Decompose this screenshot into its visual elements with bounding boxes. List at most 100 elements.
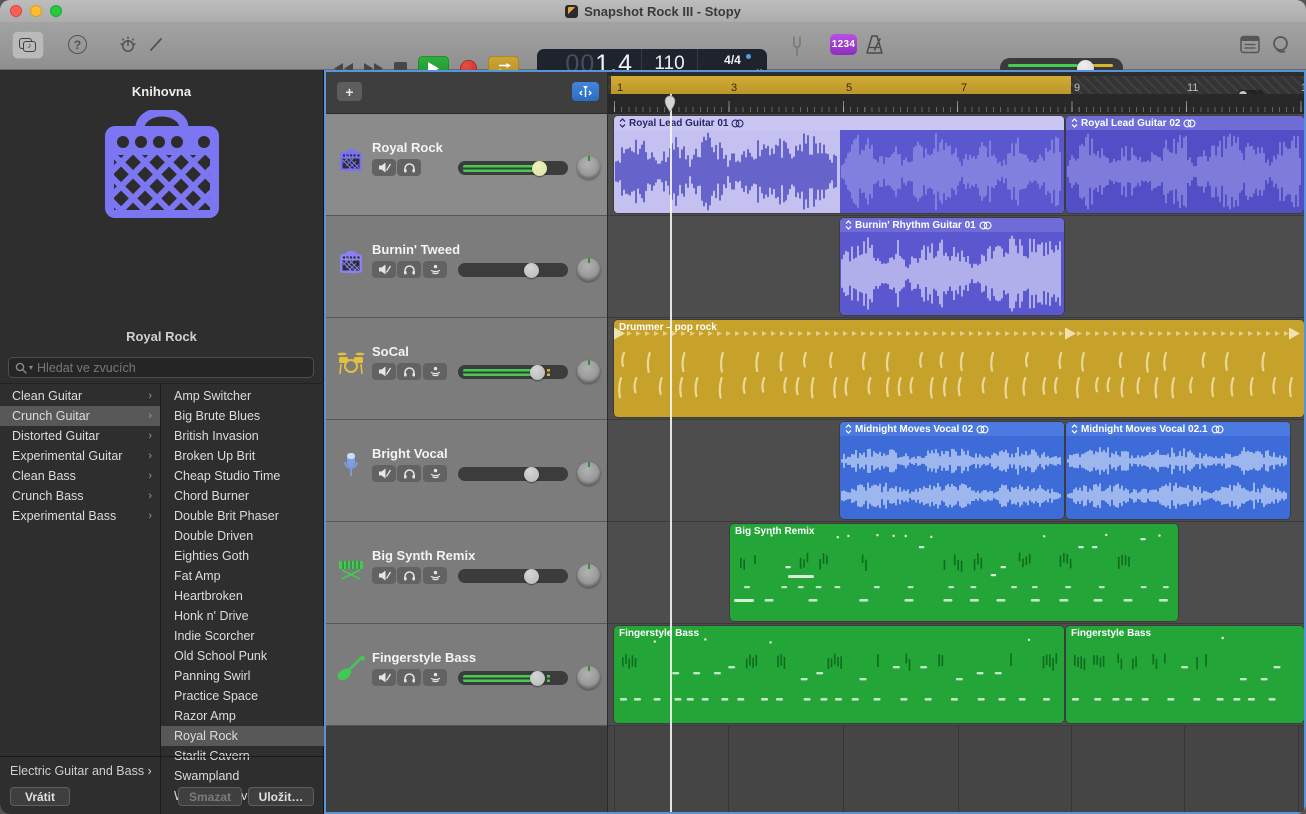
library-search-field[interactable]: ▾ <box>8 357 314 378</box>
region-midnight-moves-vocal-02[interactable]: Midnight Moves Vocal 02 <box>840 422 1064 519</box>
metronome-button[interactable] <box>864 34 885 55</box>
mute-button[interactable] <box>372 363 396 380</box>
track-volume-slider[interactable] <box>458 161 568 175</box>
mute-button[interactable] <box>372 465 396 482</box>
category-item-experimental-bass[interactable]: Experimental Bass › <box>0 506 160 526</box>
track-header-fingerstyle-bass[interactable]: Fingerstyle Bass <box>326 624 607 726</box>
region-midnight-moves-vocal-02-1[interactable]: Midnight Moves Vocal 02.1 <box>1066 422 1290 519</box>
solo-button[interactable] <box>397 159 421 176</box>
region-drummer-pop-rock[interactable]: Drummer – pop rock <box>614 320 1304 417</box>
synth-track-icon <box>337 554 365 582</box>
editors-button[interactable] <box>146 35 166 55</box>
patch-item-indie-scorcher[interactable]: Indie Scorcher <box>161 626 324 646</box>
patch-item-practice-space[interactable]: Practice Space <box>161 686 324 706</box>
pan-knob[interactable] <box>577 156 600 179</box>
monitor-button[interactable] <box>423 567 447 584</box>
pan-knob[interactable] <box>577 462 600 485</box>
patch-item-big-brute-blues[interactable]: Big Brute Blues <box>161 406 324 426</box>
pan-knob[interactable] <box>577 360 600 383</box>
beat-ruler[interactable] <box>608 94 1304 114</box>
region-burnin-rhythm-guitar-01[interactable]: Burnin' Rhythm Guitar 01 <box>840 218 1064 315</box>
category-item-crunch-guitar[interactable]: Crunch Guitar › <box>0 406 160 426</box>
monitor-button[interactable] <box>423 363 447 380</box>
ruler[interactable]: 135791113 <box>608 72 1304 114</box>
monitor-button[interactable] <box>423 669 447 686</box>
track-volume-slider[interactable] <box>458 671 568 685</box>
playhead[interactable] <box>670 94 672 812</box>
add-track-button[interactable]: + <box>337 82 362 101</box>
quick-help-button[interactable]: ? <box>68 35 87 54</box>
volume-knob[interactable] <box>524 263 539 278</box>
mute-button[interactable] <box>372 159 396 176</box>
pan-knob[interactable] <box>577 258 600 281</box>
pan-knob[interactable] <box>577 666 600 689</box>
track-header-bright-vocal[interactable]: Bright Vocal <box>326 420 607 522</box>
patch-item-razor-amp[interactable]: Razor Amp <box>161 706 324 726</box>
patch-item-double-brit-phaser[interactable]: Double Brit Phaser <box>161 506 324 526</box>
region-fingerstyle-bass[interactable]: Fingerstyle Bass <box>614 626 1064 723</box>
category-item-crunch-bass[interactable]: Crunch Bass › <box>0 486 160 506</box>
track-volume-slider[interactable] <box>458 569 568 583</box>
patch-item-panning-swirl[interactable]: Panning Swirl <box>161 666 324 686</box>
category-item-clean-guitar[interactable]: Clean Guitar › <box>0 386 160 406</box>
smart-controls-button[interactable] <box>118 35 138 55</box>
save-button[interactable]: Uložit… <box>248 787 314 806</box>
track-header-royal-rock[interactable]: Royal Rock <box>326 114 607 216</box>
patch-item-fat-amp[interactable]: Fat Amp <box>161 566 324 586</box>
patch-item-royal-rock[interactable]: Royal Rock <box>161 726 324 746</box>
patch-item-amp-switcher[interactable]: Amp Switcher <box>161 386 324 406</box>
patch-item-broken-up-brit[interactable]: Broken Up Brit <box>161 446 324 466</box>
track-header-socal[interactable]: SoCal <box>326 318 607 420</box>
library-toggle-button[interactable]: ♪ <box>12 31 44 59</box>
loop-browser-button[interactable] <box>1270 34 1291 55</box>
category-item-distorted-guitar[interactable]: Distorted Guitar › <box>0 426 160 446</box>
patch-item-chord-burner[interactable]: Chord Burner <box>161 486 324 506</box>
playhead-marker[interactable] <box>664 95 676 113</box>
track-volume-slider[interactable] <box>458 467 568 481</box>
mute-button[interactable] <box>372 669 396 686</box>
volume-knob[interactable] <box>530 671 545 686</box>
pan-knob[interactable] <box>577 564 600 587</box>
category-item-clean-bass[interactable]: Clean Bass › <box>0 466 160 486</box>
monitor-button[interactable] <box>423 465 447 482</box>
patch-item-double-driven[interactable]: Double Driven <box>161 526 324 546</box>
track-volume-slider[interactable] <box>458 263 568 277</box>
monitor-button[interactable] <box>423 261 447 278</box>
track-header-burnin-tweed[interactable]: Burnin' Tweed <box>326 216 607 318</box>
notepad-button[interactable] <box>1240 35 1260 54</box>
patch-item-eighties-goth[interactable]: Eighties Goth <box>161 546 324 566</box>
solo-button[interactable] <box>397 567 421 584</box>
track-volume-slider[interactable] <box>458 365 568 379</box>
patch-location-breadcrumb[interactable]: Electric Guitar and Bass › <box>10 764 152 778</box>
cycle-strip[interactable]: 135791113 <box>608 76 1304 94</box>
patch-item-british-invasion[interactable]: British Invasion <box>161 426 324 446</box>
delete-button[interactable]: Smazat <box>178 787 242 806</box>
volume-knob[interactable] <box>530 365 545 380</box>
tuner-button[interactable] <box>788 35 806 57</box>
cycle-region[interactable] <box>611 76 1071 94</box>
patch-item-honk-n-drive[interactable]: Honk n' Drive <box>161 606 324 626</box>
region-royal-lead-guitar-01[interactable]: Royal Lead Guitar 01 <box>614 116 1064 213</box>
solo-button[interactable] <box>397 669 421 686</box>
mute-button[interactable] <box>372 567 396 584</box>
track-header-big-synth-remix[interactable]: Big Synth Remix <box>326 522 607 624</box>
volume-knob[interactable] <box>524 569 539 584</box>
count-in-button[interactable]: 1234 <box>830 34 857 55</box>
mute-button[interactable] <box>372 261 396 278</box>
category-item-experimental-guitar[interactable]: Experimental Guitar › <box>0 446 160 466</box>
search-scope-chevron-icon[interactable]: ▾ <box>29 363 33 372</box>
patch-item-cheap-studio-time[interactable]: Cheap Studio Time <box>161 466 324 486</box>
volume-knob[interactable] <box>532 161 547 176</box>
region-royal-lead-guitar-02[interactable]: Royal Lead Guitar 02 <box>1066 116 1304 213</box>
revert-button[interactable]: Vrátit <box>10 787 70 806</box>
solo-button[interactable] <box>397 363 421 380</box>
catch-playhead-button[interactable] <box>572 82 599 101</box>
search-input[interactable] <box>37 361 307 375</box>
region-fingerstyle-bass-2[interactable]: Fingerstyle Bass <box>1066 626 1304 723</box>
solo-button[interactable] <box>397 261 421 278</box>
patch-item-old-school-punk[interactable]: Old School Punk <box>161 646 324 666</box>
volume-knob[interactable] <box>524 467 539 482</box>
patch-item-heartbroken[interactable]: Heartbroken <box>161 586 324 606</box>
region-big-synth-remix[interactable]: Big Synth Remix <box>730 524 1178 621</box>
solo-button[interactable] <box>397 465 421 482</box>
